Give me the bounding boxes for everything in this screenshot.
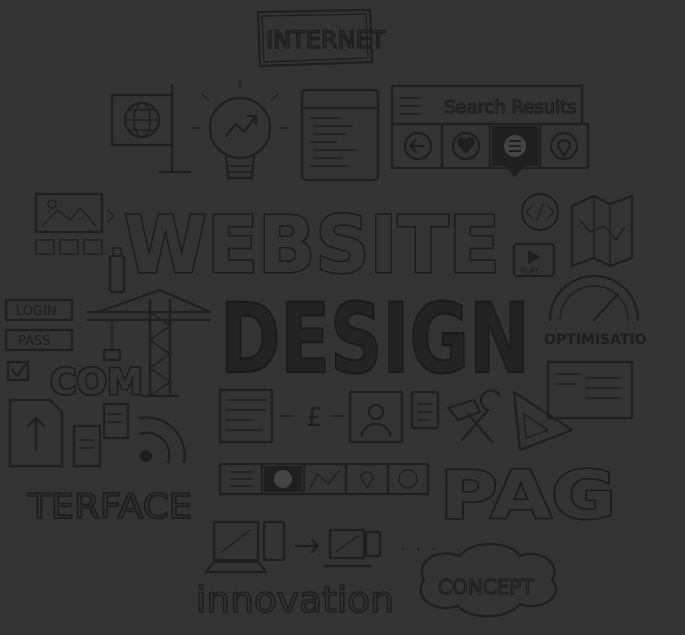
concept-label: CONCEPT: [438, 575, 534, 599]
optimisation-label: OPTIMISATIO: [544, 332, 647, 348]
info-icon: [398, 469, 418, 489]
folded-map-icon: [570, 194, 634, 268]
login-label: LOGIN: [16, 304, 57, 319]
profile-card-icon: [348, 390, 404, 444]
website-headline: WEBSITE: [123, 200, 502, 293]
play-button-icon: PLAY: [512, 242, 556, 278]
usb-stick-icon: [108, 247, 126, 294]
innovation-label: innovation: [196, 580, 394, 621]
icon-toolbar: [218, 462, 430, 496]
tools-icon: [446, 389, 502, 444]
internet-sign: INTERNET: [256, 8, 386, 68]
clipboard-icon: [410, 390, 440, 430]
copy-documents-icon: [72, 402, 130, 468]
pass-label: PASS: [18, 334, 50, 349]
headline-website: WEBSITE: [124, 201, 500, 291]
globe-flag-icon: [110, 83, 192, 174]
interface-label: TERFACE: [27, 487, 192, 527]
page-label: PAG: [440, 457, 616, 534]
set-square-icon: [512, 390, 574, 452]
code-refresh-icon: [520, 192, 560, 232]
document-upload-icon: [8, 398, 64, 468]
ellipsis: . . .: [400, 534, 439, 555]
image-gallery-icon: [34, 192, 115, 255]
headline-design: DESIGN: [220, 283, 530, 395]
lightbulb-growth-icon: [191, 79, 289, 180]
location-icon: [360, 471, 374, 489]
search-results-panel: Search Results: [390, 84, 590, 178]
design-headline: DESIGN: [219, 282, 531, 396]
browser-mock-icon: [546, 360, 634, 420]
play-label: PLAY: [520, 266, 539, 275]
menu-icon: [229, 471, 253, 487]
com-label: COM: [50, 362, 143, 403]
website-design-doodle-illustration: INTERNET Search Results WEBSITE PLAY LOG…: [4, 8, 647, 622]
search-results-label: Search Results: [444, 97, 577, 118]
article-layout-icon: £: [218, 388, 345, 444]
chart-icon: [309, 469, 341, 489]
code-window-icon: [300, 88, 380, 182]
currency-symbol: £: [306, 403, 323, 433]
optimisation-gauge-icon: OPTIMISATIO: [544, 274, 647, 348]
computer-devices-icon: . . .: [204, 520, 439, 574]
rss-icon: [138, 416, 186, 464]
concept-cloud: CONCEPT: [419, 543, 558, 618]
internet-label: INTERNET: [266, 26, 386, 54]
